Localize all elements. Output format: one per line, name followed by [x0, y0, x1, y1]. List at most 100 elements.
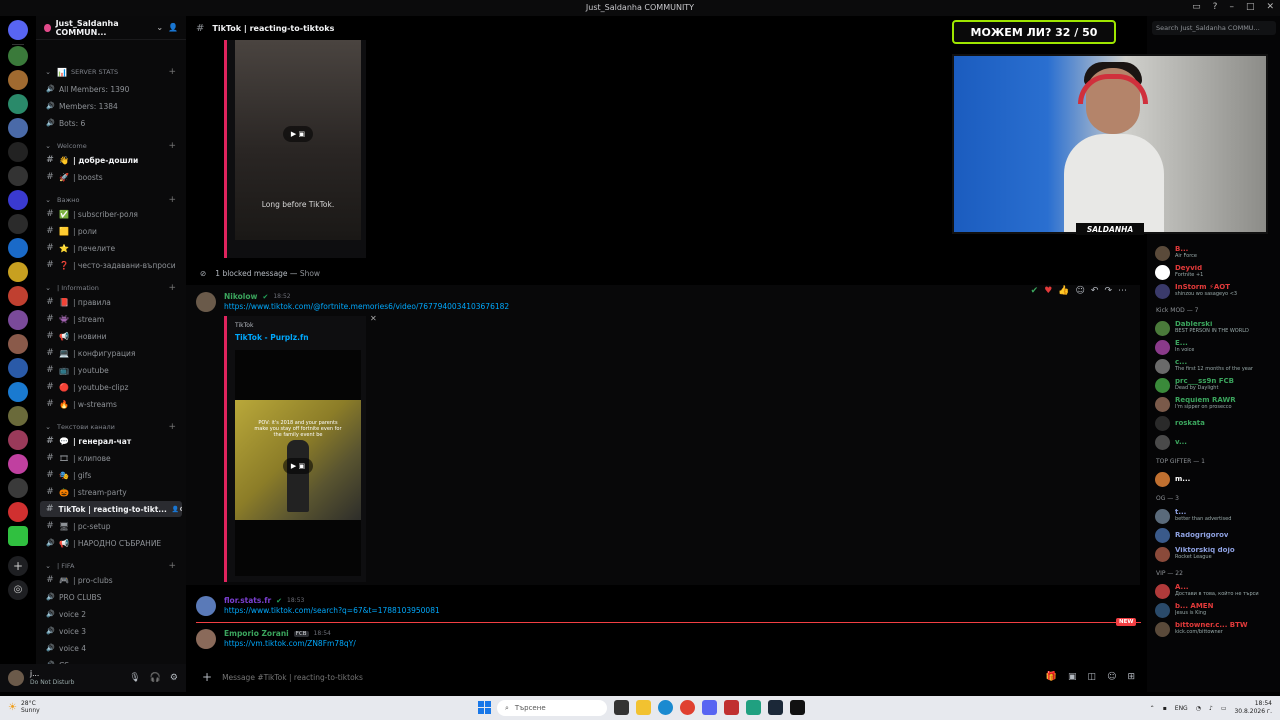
sidebar-channel[interactable]: 🔊 Bots: 6: [40, 115, 182, 131]
file-explorer-icon[interactable]: [636, 700, 651, 715]
sidebar-channel[interactable]: # ❓ | често-задавани-въпроси: [40, 257, 182, 273]
member-item[interactable]: Deyvid Fortnite +1: [1155, 263, 1278, 281]
sidebar-channel[interactable]: # ✅ | subscriber-роля: [40, 206, 182, 222]
close-button[interactable]: ✕: [1266, 2, 1274, 12]
sidebar-channel[interactable]: 🔊CS: [40, 657, 182, 665]
heart-reaction-icon[interactable]: ♥: [1044, 286, 1052, 296]
add-channel-icon[interactable]: +: [168, 561, 176, 571]
channel-settings-icon[interactable]: 👤⚙: [172, 506, 182, 513]
sidebar-channel[interactable]: # 📢 | новини: [40, 328, 182, 344]
message-link[interactable]: https://www.tiktok.com/@fortnite.memorie…: [224, 302, 509, 311]
avatar[interactable]: [196, 629, 216, 649]
wifi-icon[interactable]: ◔: [1196, 705, 1201, 712]
sidebar-channel[interactable]: 🔊 PRO CLUBS: [40, 589, 182, 605]
more-icon[interactable]: ⋯: [1118, 286, 1127, 296]
taskbar-search[interactable]: ⌕ Търсене: [497, 700, 607, 716]
sidebar-channel[interactable]: # 👾 | stream: [40, 311, 182, 327]
help-icon[interactable]: ?: [1213, 2, 1218, 12]
sidebar-channel[interactable]: # 🖥 | pc-setup: [40, 518, 182, 534]
add-channel-icon[interactable]: +: [168, 195, 176, 205]
sidebar-channel[interactable]: # 💻 | конфигурация: [40, 345, 182, 361]
add-channel-icon[interactable]: +: [168, 283, 176, 293]
check-reaction-icon[interactable]: ✔: [1031, 286, 1039, 296]
member-item[interactable]: roskata: [1155, 414, 1278, 432]
add-friend-icon[interactable]: 👤: [168, 23, 178, 32]
tray-app-icon[interactable]: ▪: [1163, 705, 1167, 712]
weather-widget[interactable]: ☀ 28°C Sunny: [8, 700, 40, 714]
server-icon[interactable]: [8, 70, 28, 90]
member-item[interactable]: InStorm ⚡AOT shinzou wo sasageyo <3: [1155, 282, 1278, 300]
message-input[interactable]: [222, 672, 1036, 682]
avatar[interactable]: [196, 596, 216, 616]
play-button[interactable]: ▶ ▣: [283, 126, 313, 142]
show-blocked-link[interactable]: Show: [300, 269, 320, 278]
start-button[interactable]: [478, 701, 491, 714]
member-item[interactable]: b... AMEN Jesus is King: [1155, 601, 1278, 619]
sidebar-channel[interactable]: # 🟨 | роли: [40, 223, 182, 239]
member-item[interactable]: Viktorskiq dojo Rocket League: [1155, 545, 1278, 563]
gift-icon[interactable]: 🎁: [1046, 672, 1057, 682]
play-button[interactable]: ▶ ▣: [283, 458, 313, 474]
remove-embed-icon[interactable]: ✕: [370, 314, 377, 323]
member-item[interactable]: bittowner.c... BTW kick.com/bittowner: [1155, 620, 1278, 638]
guild-header[interactable]: Just_Saldanha COMMUN... ⌄ 👤: [36, 16, 186, 40]
member-item[interactable]: Dablerski BEST PERSON IN THE WORLD: [1155, 319, 1278, 337]
member-item[interactable]: m...: [1155, 470, 1278, 488]
apps-icon[interactable]: ⊞: [1127, 672, 1135, 682]
server-icon[interactable]: [8, 142, 28, 162]
discover-icon[interactable]: ◎: [8, 580, 28, 600]
upload-plus-icon[interactable]: +: [202, 670, 212, 684]
sidebar-channel[interactable]: # TikTok | reacting-to-tikt... 👤⚙: [40, 501, 182, 517]
gif-icon[interactable]: ▣: [1068, 672, 1077, 682]
member-item[interactable]: B... Air Force: [1155, 244, 1278, 262]
inbox-icon[interactable]: ▭: [1192, 2, 1201, 12]
member-item[interactable]: t... better than advertised: [1155, 507, 1278, 525]
sidebar-channel[interactable]: 🔊 All Members: 1390: [40, 81, 182, 97]
add-reaction-icon[interactable]: ☺: [1076, 286, 1085, 296]
sidebar-channel[interactable]: 🔊 voice 2: [40, 606, 182, 622]
sidebar-channel[interactable]: # 🔴 | youtube-clipz: [40, 379, 182, 395]
server-icon[interactable]: [8, 358, 28, 378]
server-icon[interactable]: [8, 310, 28, 330]
server-icon[interactable]: [8, 382, 28, 402]
server-icon[interactable]: [8, 238, 28, 258]
server-icon[interactable]: [8, 262, 28, 282]
server-icon[interactable]: [8, 46, 28, 66]
sidebar-channel[interactable]: # 💬 | генерал-чат: [40, 433, 182, 449]
language-indicator[interactable]: ENG: [1175, 705, 1188, 712]
server-icon-active[interactable]: [8, 118, 28, 138]
sidebar-channel[interactable]: # 🎃 | stream-party: [40, 484, 182, 500]
message-link[interactable]: https://www.tiktok.com/search?q=67&t=178…: [224, 606, 440, 615]
video-thumbnail[interactable]: ▶ ▣ Long before TikTok.: [235, 40, 361, 240]
sidebar-channel[interactable]: 🔊 📢 | НАРОДНО СЪБРАНИЕ: [40, 535, 182, 551]
steam-icon[interactable]: [768, 700, 783, 715]
server-icon[interactable]: [8, 286, 28, 306]
maximize-button[interactable]: □: [1246, 2, 1255, 12]
add-channel-icon[interactable]: +: [168, 67, 176, 77]
sidebar-channel[interactable]: # 🎭 | gifs: [40, 467, 182, 483]
sidebar-channel[interactable]: # 👋 | добре-дошли: [40, 152, 182, 168]
channel-category[interactable]: ⌄ 📊 SERVER STATS +: [40, 64, 182, 80]
sidebar-channel[interactable]: # 🎮 | pro-clubs: [40, 572, 182, 588]
thumbs-up-icon[interactable]: 👍: [1058, 286, 1069, 296]
add-server-icon[interactable]: +: [8, 556, 28, 576]
member-item[interactable]: A... Достави в това, който не търси: [1155, 582, 1278, 600]
sticker-icon[interactable]: ◫: [1088, 672, 1097, 682]
sidebar-channel[interactable]: # 🎞 | клипове: [40, 450, 182, 466]
sidebar-channel[interactable]: 🔊 voice 3: [40, 623, 182, 639]
headphones-icon[interactable]: 🎧: [150, 673, 161, 683]
app-icon[interactable]: [790, 700, 805, 715]
minimize-button[interactable]: –: [1229, 2, 1234, 12]
server-icon[interactable]: [8, 526, 28, 546]
embed-title[interactable]: TikTok - Purplz.fn: [235, 333, 309, 342]
chevron-up-icon[interactable]: ⌃: [1150, 705, 1155, 712]
server-icon[interactable]: [8, 166, 28, 186]
avatar[interactable]: [8, 670, 24, 686]
task-view-icon[interactable]: [614, 700, 629, 715]
server-icon[interactable]: [8, 502, 28, 522]
server-icon[interactable]: [8, 94, 28, 114]
edge-icon[interactable]: [658, 700, 673, 715]
server-icon[interactable]: [8, 190, 28, 210]
server-icon[interactable]: [8, 478, 28, 498]
reply-icon[interactable]: ↶: [1091, 286, 1099, 296]
